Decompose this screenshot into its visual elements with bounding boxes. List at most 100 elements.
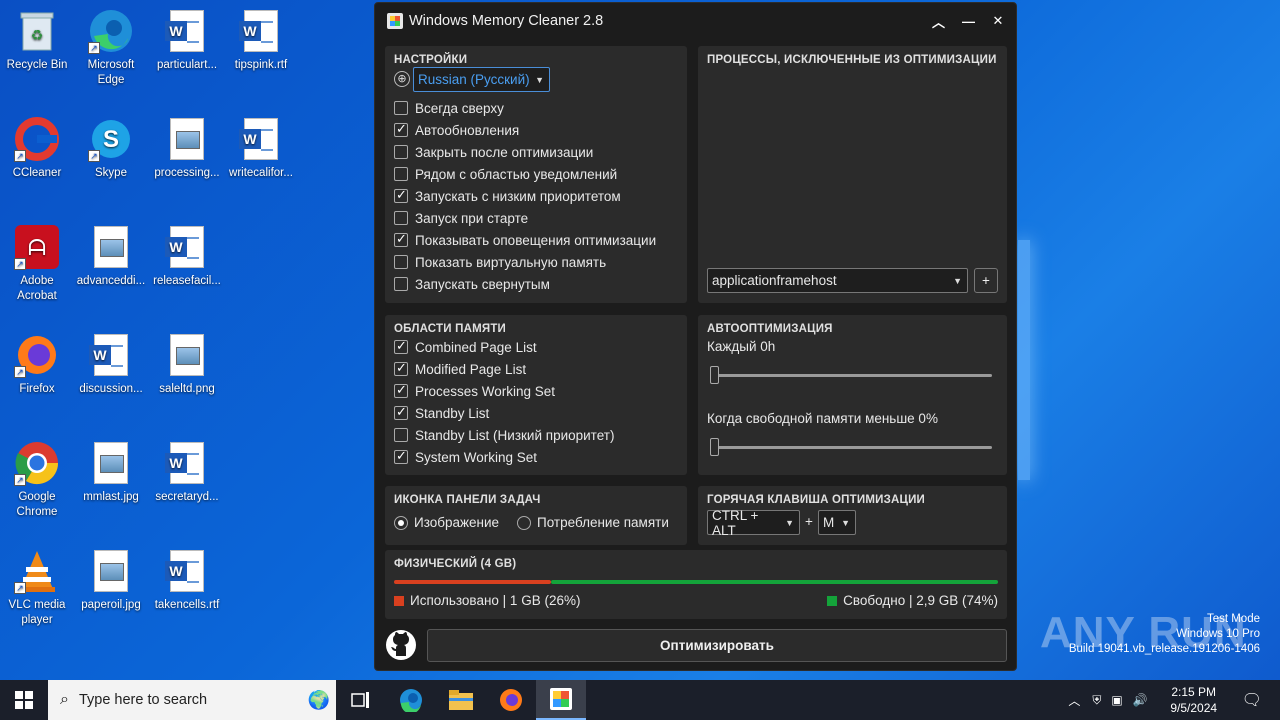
- desktop-icon-takencells[interactable]: takencells.rtf: [150, 548, 224, 613]
- desktop-icon-paperoil[interactable]: paperoil.jpg: [74, 548, 148, 613]
- checkbox[interactable]: [394, 145, 408, 159]
- svg-text:♻: ♻: [31, 27, 44, 43]
- checkbox[interactable]: [394, 101, 408, 115]
- setting-checkbox-row[interactable]: Автообновления: [394, 120, 519, 140]
- checkbox[interactable]: [394, 428, 408, 442]
- start-button[interactable]: [0, 680, 48, 720]
- clock[interactable]: 2:15 PM 9/5/2024: [1156, 684, 1232, 716]
- desktop-icon-mmlast[interactable]: mmlast.jpg: [74, 440, 148, 505]
- checkbox[interactable]: [394, 277, 408, 291]
- checkbox[interactable]: [394, 231, 408, 247]
- checkbox[interactable]: [394, 187, 408, 203]
- language-select[interactable]: Russian (Русский) ▼: [413, 67, 550, 92]
- excluded-process-list[interactable]: [707, 74, 998, 264]
- memory-area-checkbox-row[interactable]: Standby List: [394, 403, 489, 423]
- firefox-icon: ↗: [14, 332, 60, 378]
- checkbox[interactable]: [394, 255, 408, 269]
- memory-area-checkbox-row[interactable]: Standby List (Низкий приоритет): [394, 425, 614, 445]
- taskbar-firefox[interactable]: [486, 680, 536, 720]
- setting-checkbox-row[interactable]: Рядом с областью уведомлений: [394, 164, 617, 184]
- collapse-icon[interactable]: ︿: [932, 12, 945, 31]
- desktop-icon-skype[interactable]: S ↗ Skype: [74, 116, 148, 181]
- taskbar-edge[interactable]: [386, 680, 436, 720]
- folder-icon: [449, 690, 473, 710]
- radio-image-indicator: [394, 515, 408, 530]
- taskbar-file-explorer[interactable]: [436, 680, 486, 720]
- setting-checkbox-row[interactable]: Запуск при старте: [394, 208, 528, 228]
- desktop-icon-label: Recycle Bin: [6, 59, 68, 71]
- desktop-icon-secretaryd[interactable]: secretaryd...: [150, 440, 224, 505]
- taskbar-memory-cleaner[interactable]: [536, 680, 586, 720]
- setting-checkbox-row[interactable]: Показать виртуальную память: [394, 252, 606, 272]
- desktop-icon-label: particulart...: [156, 59, 218, 71]
- interval-slider-track[interactable]: [710, 374, 992, 377]
- title-bar[interactable]: Windows Memory Cleaner 2.8 ︿ — ✕: [375, 3, 1016, 39]
- radio-image[interactable]: Изображение: [394, 515, 499, 530]
- memory-area-checkbox-row[interactable]: Processes Working Set: [394, 381, 555, 401]
- checkbox[interactable]: [394, 211, 408, 225]
- task-view-button[interactable]: [336, 680, 386, 720]
- desktop-icon-firefox[interactable]: ↗ Firefox: [0, 332, 74, 397]
- word-file-icon: [238, 8, 284, 54]
- setting-checkbox-row[interactable]: Закрыть после оптимизации: [394, 142, 593, 162]
- taskbar-search[interactable]: ⌕ Type here to search 🌍: [48, 680, 336, 720]
- windows-start-icon: [15, 691, 33, 709]
- desktop-icon-releasefacil[interactable]: releasefacil...: [150, 224, 224, 289]
- desktop-icon-label: releasefacil...: [153, 275, 221, 287]
- desktop-icon-processing[interactable]: processing...: [150, 116, 224, 181]
- notification-icon[interactable]: 🗨: [1242, 690, 1262, 710]
- free-memory-slider-track[interactable]: [710, 446, 992, 449]
- test-mode-watermark: Test Mode Windows 10 Pro Build 19041.vb_…: [1069, 612, 1260, 657]
- network-icon[interactable]: ▣: [1111, 693, 1122, 707]
- memory-areas-heading: ОБЛАСТИ ПАМЯТИ: [394, 323, 507, 335]
- hotkey-modifier-select[interactable]: CTRL + ALT ▼: [707, 508, 800, 538]
- checkbox[interactable]: [394, 121, 408, 137]
- desktop-icon-tipspink[interactable]: tipspink.rtf: [224, 8, 298, 73]
- free-memory-slider-thumb[interactable]: [710, 438, 719, 456]
- desktop-icon-advanceddi[interactable]: advanceddi...: [74, 224, 148, 289]
- checkbox[interactable]: [394, 167, 408, 181]
- desktop-icon-saleltd[interactable]: saleltd.png: [150, 332, 224, 397]
- free-memory-label: Когда свободной памяти меньше 0%: [707, 411, 938, 426]
- process-select[interactable]: applicationframehost ▼: [707, 268, 968, 293]
- desktop-icon-label: VLC media player: [8, 599, 66, 626]
- chevron-up-icon[interactable]: ︿: [1068, 692, 1080, 709]
- desktop-icon-discussion[interactable]: discussion...: [74, 332, 148, 397]
- checkbox[interactable]: [394, 448, 408, 464]
- checkbox-label: Combined Page List: [415, 339, 537, 355]
- setting-checkbox-row[interactable]: Запускать с низким приоритетом: [394, 186, 621, 206]
- desktop-icon-label: processing...: [154, 167, 220, 179]
- radio-memory-usage[interactable]: Потребление памяти: [517, 515, 669, 530]
- security-icon[interactable]: ⛨: [1092, 693, 1101, 708]
- hotkey-key-select[interactable]: M ▼: [818, 510, 856, 535]
- desktop-icon-adobe-acrobat[interactable]: ᗩ ↗ Adobe Acrobat: [0, 224, 74, 304]
- desktop-icon-ccleaner[interactable]: ↗ CCleaner: [0, 116, 74, 181]
- setting-checkbox-row[interactable]: Запускать свернутым: [394, 274, 550, 294]
- close-button[interactable]: ✕: [992, 13, 1004, 29]
- checkbox[interactable]: [394, 404, 408, 420]
- add-process-button[interactable]: +: [974, 268, 998, 293]
- github-icon[interactable]: [385, 629, 417, 661]
- desktop-icon-writecalifor[interactable]: writecalifor...: [224, 116, 298, 181]
- desktop-icon-edge[interactable]: ↗ Microsoft Edge: [74, 8, 148, 88]
- checkbox[interactable]: [394, 338, 408, 354]
- volume-icon[interactable]: 🔊: [1133, 693, 1148, 707]
- desktop-icon-vlc[interactable]: ↗ VLC media player: [0, 548, 74, 628]
- desktop-icon-google-chrome[interactable]: ↗ Google Chrome: [0, 440, 74, 520]
- app-logo-icon: [387, 13, 403, 29]
- memory-area-checkbox-row[interactable]: Combined Page List: [394, 337, 537, 357]
- tray-icon-heading: ИКОНКА ПАНЕЛИ ЗАДАЧ: [394, 494, 541, 506]
- desktop-icon-particulart[interactable]: particulart...: [150, 8, 224, 73]
- interval-slider-thumb[interactable]: [710, 366, 719, 384]
- setting-checkbox-row[interactable]: Показывать оповещения оптимизации: [394, 230, 656, 250]
- minimize-button[interactable]: —: [962, 14, 975, 29]
- memory-area-checkbox-row[interactable]: Modified Page List: [394, 359, 526, 379]
- checkbox[interactable]: [394, 360, 408, 376]
- checkbox[interactable]: [394, 382, 408, 398]
- optimize-button[interactable]: Оптимизировать: [427, 629, 1007, 662]
- desktop-icon-recycle-bin[interactable]: ♻ Recycle Bin: [0, 8, 74, 73]
- setting-checkbox-row[interactable]: Всегда сверху: [394, 98, 504, 118]
- memory-area-checkbox-row[interactable]: System Working Set: [394, 447, 537, 467]
- chrome-icon: ↗: [14, 440, 60, 486]
- firefox-icon: [500, 689, 522, 711]
